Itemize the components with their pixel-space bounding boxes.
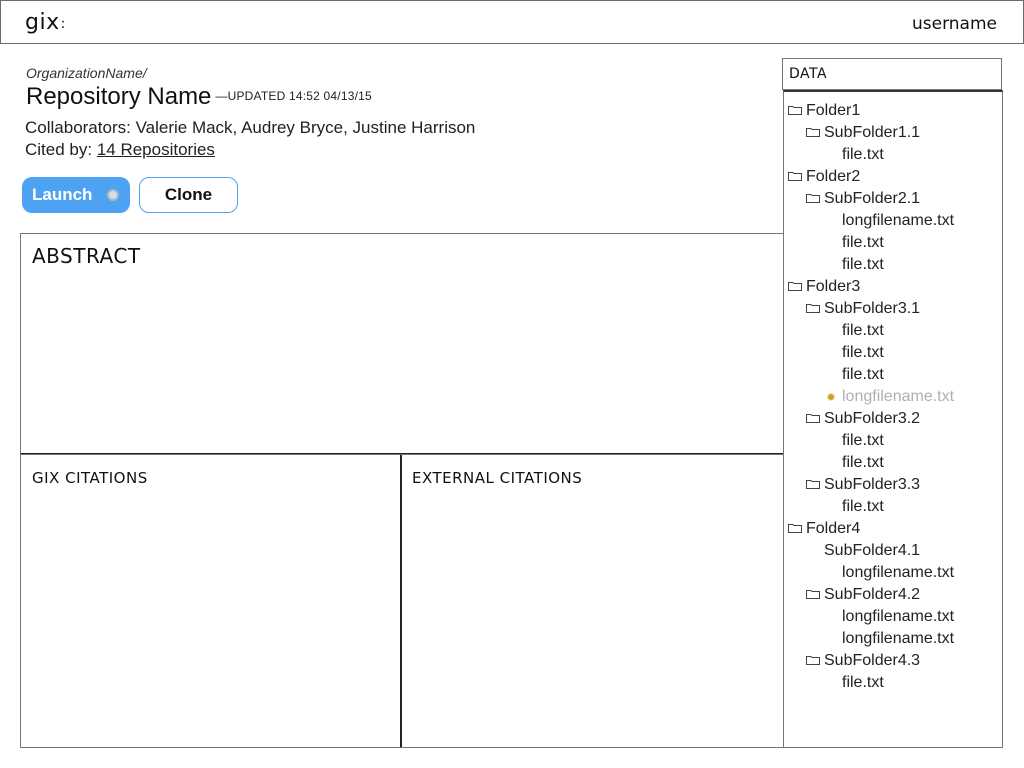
loading-indicator-icon [827, 393, 835, 401]
folder-icon [806, 408, 820, 423]
gix-logo[interactable]: gix: [25, 10, 66, 35]
folder-icon [806, 188, 820, 203]
folder-icon [788, 276, 802, 291]
tree-item-label: file.txt [842, 322, 884, 339]
folder-icon [806, 474, 820, 489]
tree-item-label: SubFolder3.2 [824, 410, 921, 427]
organization-name[interactable]: OrganizationName/ [26, 65, 147, 81]
tree-file-item[interactable]: file.txt [784, 672, 1002, 694]
tree-file-item[interactable]: file.txt [784, 254, 1002, 276]
tree-item-label: Folder3 [806, 278, 861, 295]
abstract-heading: ABSTRACT [32, 244, 141, 268]
tree-file-item[interactable]: longfilename.txt [784, 562, 1002, 584]
tree-subfolder-item[interactable]: SubFolder4.2 [784, 584, 1002, 606]
tree-subfolder-item[interactable]: SubFolder3.2 [784, 408, 1002, 430]
tree-subfolder-item[interactable]: SubFolder3.3 [784, 474, 1002, 496]
gix-citations-panel: GIX CITATIONS [20, 454, 402, 748]
tree-subfolder-item[interactable]: SubFolder2.1 [784, 188, 1002, 210]
top-bar: gix: username [0, 0, 1024, 44]
tree-subfolder-item[interactable]: SubFolder1.1 [784, 122, 1002, 144]
tree-file-item[interactable]: longfilename.txt [784, 210, 1002, 232]
tree-item-label: longfilename.txt [842, 388, 955, 405]
repository-name: Repository Name [26, 83, 212, 110]
tree-file-item[interactable]: file.txt [784, 144, 1002, 166]
tree-item-label: SubFolder3.1 [824, 300, 921, 317]
data-panel-header: DATA [782, 58, 1002, 90]
tree-item-label: file.txt [842, 454, 884, 471]
tree-item-label: file.txt [842, 234, 884, 251]
tree-item-label: SubFolder4.3 [824, 652, 921, 669]
logo-text: gix [25, 10, 60, 35]
tree-item-label: longfilename.txt [842, 608, 955, 625]
tree-item-label: file.txt [842, 674, 884, 691]
tree-file-item[interactable]: file.txt [784, 452, 1002, 474]
launch-button[interactable]: Launch [22, 177, 130, 213]
updated-timestamp: —UPDATED 14:52 04/13/15 [215, 89, 372, 103]
collaborators-label: Collaborators: [25, 118, 136, 137]
collaborators-list: Valerie Mack, Audrey Bryce, Justine Harr… [135, 118, 476, 137]
tree-folder-item[interactable]: Folder1 [784, 100, 1002, 122]
logo-suffix: : [60, 16, 66, 32]
tree-file-item[interactable]: file.txt [784, 496, 1002, 518]
tree-folder-item[interactable]: Folder2 [784, 166, 1002, 188]
tree-file-item[interactable]: file.txt [784, 430, 1002, 452]
abstract-panel: ABSTRACT [20, 233, 784, 455]
tree-file-item[interactable]: file.txt [784, 320, 1002, 342]
tree-item-label: file.txt [842, 498, 884, 515]
data-panel-title: DATA [789, 66, 828, 82]
folder-icon [788, 100, 802, 115]
tree-item-label: file.txt [842, 146, 884, 163]
tree-item-label: file.txt [842, 366, 884, 383]
tree-subfolder-item[interactable]: SubFolder4.3 [784, 650, 1002, 672]
launch-label: Launch [32, 185, 93, 204]
folder-icon [788, 166, 802, 181]
tree-file-item[interactable]: longfilename.txt [784, 386, 1002, 408]
tree-subfolder-item[interactable]: SubFolder4.1 [784, 540, 1002, 562]
tree-item-label: file.txt [842, 432, 884, 449]
tree-item-label: longfilename.txt [842, 212, 955, 229]
tree-file-item[interactable]: file.txt [784, 342, 1002, 364]
tree-item-label: SubFolder3.3 [824, 476, 921, 493]
tree-item-label: longfilename.txt [842, 630, 955, 647]
external-citations-heading: EXTERNAL CITATIONS [412, 469, 583, 487]
collaborators: Collaborators: Valerie Mack, Audrey Bryc… [25, 118, 475, 138]
folder-icon [806, 650, 820, 665]
tree-item-label: Folder1 [806, 102, 861, 119]
tree-file-item[interactable]: file.txt [784, 232, 1002, 254]
folder-icon [806, 584, 820, 599]
folder-icon [806, 122, 820, 137]
tree-item-label: SubFolder2.1 [824, 190, 921, 207]
tree-file-item[interactable]: file.txt [784, 364, 1002, 386]
tree-folder-item[interactable]: Folder3 [784, 276, 1002, 298]
file-tree: Folder1 SubFolder1.1 file.txt Folder2 SubFol… [784, 100, 1002, 694]
cited-by: Cited by: 14 Repositories [25, 140, 215, 160]
username-menu[interactable]: username [912, 14, 997, 34]
gix-citations-heading: GIX CITATIONS [32, 469, 148, 487]
tree-item-label: file.txt [842, 256, 884, 273]
clone-button[interactable]: Clone [139, 177, 238, 213]
data-panel[interactable]: Folder1 SubFolder1.1 file.txt Folder2 SubFol… [783, 90, 1003, 748]
page-title: Repository Name —UPDATED 14:52 04/13/15 [26, 83, 372, 111]
tree-item-label: Folder2 [806, 168, 861, 185]
external-citations-panel: EXTERNAL CITATIONS [401, 454, 784, 748]
tree-item-label: longfilename.txt [842, 564, 955, 581]
tree-item-label: SubFolder1.1 [824, 124, 921, 141]
tree-file-item[interactable]: longfilename.txt [784, 628, 1002, 650]
folder-icon [806, 298, 820, 313]
tree-folder-item[interactable]: Folder4 [784, 518, 1002, 540]
tree-file-item[interactable]: longfilename.txt [784, 606, 1002, 628]
cited-by-label: Cited by: [25, 140, 97, 159]
launch-status-indicator-icon [107, 189, 119, 201]
tree-item-label: Folder4 [806, 520, 861, 537]
tree-item-label: file.txt [842, 344, 884, 361]
cited-by-link[interactable]: 14 Repositories [97, 140, 215, 159]
tree-item-label: SubFolder4.1 [824, 542, 921, 559]
tree-subfolder-item[interactable]: SubFolder3.1 [784, 298, 1002, 320]
tree-item-label: SubFolder4.2 [824, 586, 921, 603]
folder-icon [788, 518, 802, 533]
